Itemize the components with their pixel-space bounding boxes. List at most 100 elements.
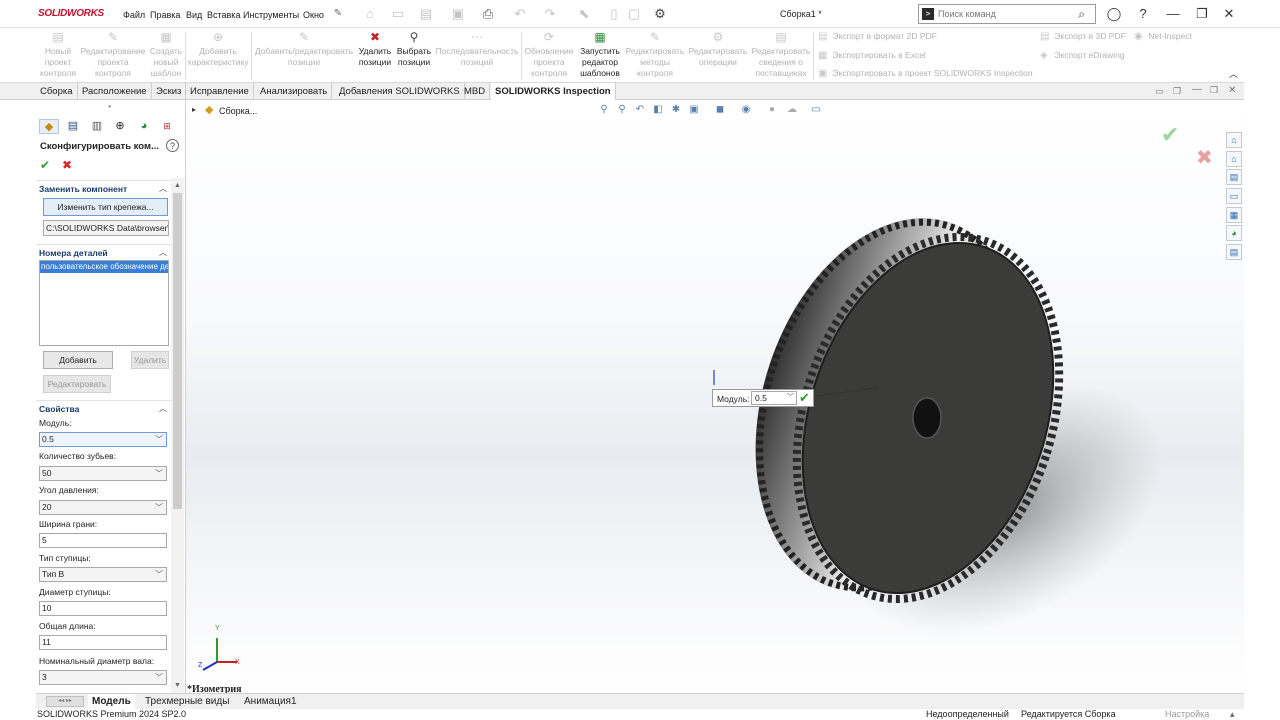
tab-solidworks-addins[interactable]: Добавления SOLIDWORKS bbox=[335, 83, 465, 100]
display-style-icon[interactable]: ◼ bbox=[712, 103, 728, 117]
command-search[interactable]: > ⌕ bbox=[918, 4, 1096, 24]
scroll-down-icon[interactable]: ▼ bbox=[174, 682, 181, 689]
add-edit-balloons-button[interactable]: ✎ Добавить/редактировать позиции bbox=[252, 30, 356, 68]
properties-section-header[interactable]: Свойства ︿ bbox=[36, 400, 171, 414]
status-expand-icon[interactable]: ▴ bbox=[1230, 709, 1235, 720]
restore-icon[interactable]: ❐ bbox=[1193, 6, 1211, 22]
tab-sketch[interactable]: Эскиз bbox=[152, 83, 187, 100]
confirm-check-icon[interactable]: ✔ bbox=[40, 158, 50, 172]
shaft-diameter-select[interactable]: 3 ﹀ bbox=[39, 670, 167, 685]
update-project-button[interactable]: ⟳ Обновление проекта контроля bbox=[522, 30, 576, 79]
display-manager-tab-icon[interactable]: ◕ bbox=[134, 119, 154, 134]
hide-show-items-icon[interactable]: ◉ bbox=[738, 103, 754, 117]
overall-length-input[interactable]: 11 bbox=[39, 635, 167, 650]
collapse-caret-icon[interactable]: ︿ bbox=[159, 403, 167, 414]
menu-view[interactable]: Вид bbox=[186, 10, 202, 20]
zoom-to-fit-icon[interactable]: ⚲ bbox=[596, 103, 612, 117]
account-icon[interactable]: ◯ bbox=[1105, 6, 1123, 22]
new-template-button[interactable]: ▦ Создать новый шаблон bbox=[148, 30, 184, 79]
previous-view-icon[interactable]: ↶ bbox=[632, 103, 648, 117]
tab-assembly[interactable]: Сборка bbox=[36, 83, 78, 100]
export-3d-pdf-button[interactable]: ▤ Экспорт в 3D PDF bbox=[1040, 31, 1126, 42]
solidworks-resources-icon[interactable]: ⌂ bbox=[1226, 132, 1242, 148]
menu-file[interactable]: Файл bbox=[123, 10, 145, 20]
tab-animation1[interactable]: Анимация1 bbox=[240, 694, 301, 710]
edit-methods-button[interactable]: ✎ Редактировать методы контроля bbox=[624, 30, 686, 79]
teeth-count-select[interactable]: 50 ﹀ bbox=[39, 466, 167, 481]
tab-markup[interactable]: Исправление bbox=[186, 83, 254, 100]
print-icon[interactable]: ⎙ bbox=[480, 6, 496, 22]
tab-scroll-arrows-icon[interactable]: ◂◂ ▸▸ bbox=[46, 696, 84, 707]
select-balloons-button[interactable]: ⚲ Выбрать позиции bbox=[395, 30, 433, 68]
edit-appearance-icon[interactable]: ● bbox=[764, 103, 780, 117]
section-view-icon[interactable]: ◧ bbox=[650, 103, 666, 117]
export-excel-button[interactable]: ▦ Экспортировать в Excel bbox=[818, 50, 926, 61]
menu-edit[interactable]: Правка bbox=[150, 10, 180, 20]
replace-section-header[interactable]: Заменить компонент ︿ bbox=[36, 180, 171, 194]
doc-close-icon[interactable]: ✕ bbox=[1228, 85, 1236, 96]
export-edrawing-button[interactable]: ◈ Экспорт eDrawing bbox=[1040, 50, 1125, 61]
collapse-caret-icon[interactable]: ︿ bbox=[159, 247, 167, 258]
tile-view-icon[interactable]: ▭ bbox=[1155, 86, 1164, 97]
doc-maximize-icon[interactable]: ❐ bbox=[1210, 85, 1218, 96]
apply-scene-icon[interactable]: ☁ bbox=[784, 103, 800, 117]
edit-vendors-button[interactable]: ▤ Редактировать сведения о поставщиках bbox=[750, 30, 812, 79]
cancel-corner-x-icon[interactable]: ✖ bbox=[1196, 145, 1213, 170]
edit-part-number-button[interactable]: Редактировать bbox=[43, 375, 111, 393]
options-gear-icon[interactable]: ⚙ bbox=[652, 6, 668, 22]
panel-grip-icon[interactable]: ● bbox=[108, 104, 112, 110]
add-part-number-button[interactable]: Добавить bbox=[43, 351, 113, 369]
inspection-tab-icon[interactable]: ⊞ bbox=[157, 119, 177, 134]
component-path-field[interactable]: C:\SOLIDWORKS Data\browser\IS bbox=[43, 220, 169, 236]
module-select[interactable]: 0.5 ﹀ bbox=[39, 432, 167, 447]
part-numbers-section-header[interactable]: Номера деталей ︿ bbox=[36, 244, 171, 258]
callout-value-select[interactable]: 0.5 ﹀ bbox=[751, 391, 797, 405]
tab-3d-views[interactable]: Трехмерные виды bbox=[141, 694, 233, 710]
doc-restore-icon[interactable]: ❐ bbox=[1173, 86, 1181, 97]
tab-layout[interactable]: Расположение bbox=[78, 83, 152, 100]
close-icon[interactable]: ✕ bbox=[1220, 6, 1238, 22]
view-settings-icon[interactable]: ▭ bbox=[808, 103, 824, 117]
feature-tree-root[interactable]: Сборка... bbox=[219, 106, 257, 116]
delete-part-number-button[interactable]: Удалить bbox=[131, 351, 169, 369]
open-icon[interactable]: ▤ bbox=[418, 6, 434, 22]
add-characteristic-button[interactable]: ⊕ Добавить характеристику bbox=[186, 30, 250, 68]
file-properties-icon[interactable]: ▢ bbox=[626, 6, 642, 22]
menu-insert[interactable]: Вставка bbox=[207, 10, 240, 20]
solidworks-logo[interactable]: SOLIDWORKS bbox=[38, 8, 104, 19]
redo-icon[interactable]: ↷ bbox=[542, 6, 558, 22]
tab-evaluate[interactable]: Анализировать bbox=[256, 83, 333, 100]
custom-properties-icon[interactable]: ▤ bbox=[1226, 244, 1242, 260]
tab-model[interactable]: Модель bbox=[88, 694, 135, 710]
view-palette-icon[interactable]: ▦ bbox=[1226, 207, 1242, 223]
undo-icon[interactable]: ↶ bbox=[512, 6, 528, 22]
tree-expand-icon[interactable]: ▸ bbox=[192, 105, 196, 114]
pressure-angle-select[interactable]: 20 ﹀ bbox=[39, 500, 167, 515]
face-width-input[interactable]: 5 bbox=[39, 533, 167, 548]
export-2d-pdf-button[interactable]: ▤ Экспорт в формат 2D PDF bbox=[818, 31, 937, 42]
balloon-sequence-button[interactable]: ⋯ Последовательность позиций bbox=[434, 30, 520, 68]
help-icon[interactable]: ? bbox=[1134, 6, 1152, 22]
feature-manager-tab-icon[interactable]: ◆ bbox=[39, 119, 59, 134]
menu-window[interactable]: Окно bbox=[303, 10, 324, 20]
tab-mbd[interactable]: MBD bbox=[460, 83, 491, 100]
scroll-up-icon[interactable]: ▲ bbox=[174, 182, 181, 189]
panel-scroll-thumb[interactable] bbox=[173, 193, 182, 509]
new-document-icon[interactable]: ▭ bbox=[390, 6, 406, 22]
cancel-x-icon[interactable]: ✖ bbox=[62, 158, 72, 172]
change-fastener-type-button[interactable]: Изменить тип крепежа... bbox=[43, 198, 168, 216]
rebuild-icon[interactable]: ▯ bbox=[606, 6, 622, 22]
hub-diameter-input[interactable]: 10 bbox=[39, 601, 167, 616]
search-input[interactable] bbox=[938, 7, 1068, 21]
menu-tools[interactable]: Инструменты bbox=[243, 10, 299, 20]
zoom-to-area-icon[interactable]: ⚲ bbox=[614, 103, 630, 117]
configuration-manager-tab-icon[interactable]: ▥ bbox=[87, 119, 107, 134]
appearances-icon[interactable]: ◕ bbox=[1226, 225, 1242, 241]
minimize-icon[interactable]: — bbox=[1164, 6, 1182, 22]
search-icon[interactable]: ⌕ bbox=[1078, 7, 1085, 22]
edit-operations-button[interactable]: ⚙ Редактировать операции bbox=[687, 30, 749, 68]
callout-confirm-icon[interactable]: ✔ bbox=[799, 390, 810, 406]
file-explorer-icon[interactable]: ▭ bbox=[1226, 188, 1242, 204]
home-task-icon[interactable]: ⌂ bbox=[1226, 151, 1242, 167]
new-project-button[interactable]: ▤ Новый проект контроля bbox=[38, 30, 78, 79]
